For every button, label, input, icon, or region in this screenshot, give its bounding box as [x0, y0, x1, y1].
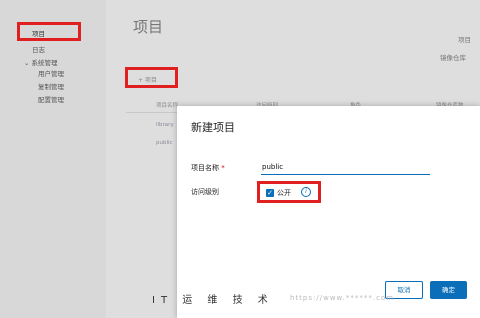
sidebar-highlight-box — [17, 22, 81, 41]
new-project-dialog: 新建项目 项目名称 * public 访问级别 ✓ 公开 i 取消 确定 — [177, 106, 480, 318]
table-header-name[interactable]: 项目名称 — [156, 101, 178, 109]
sidebar-item-users[interactable]: 用户管理 — [38, 68, 64, 78]
sidebar-item-config[interactable]: 配置管理 — [38, 94, 64, 104]
public-checkbox-label[interactable]: 公开 — [277, 188, 291, 198]
dialog-title: 新建项目 — [191, 121, 235, 134]
watermark-url: https://www.******.com — [290, 294, 395, 302]
project-name-label: 项目名称 * — [191, 164, 225, 172]
public-checkbox[interactable]: ✓ — [266, 189, 274, 197]
visibility-label: 访问级别 — [191, 188, 219, 196]
ok-button[interactable]: 确定 — [430, 281, 467, 299]
table-row-name[interactable]: public — [156, 140, 173, 146]
sidebar-item-logs[interactable]: 日志 — [32, 44, 45, 54]
chevron-down-icon: ⌄ — [24, 59, 32, 67]
new-project-button[interactable]: + 项目 — [125, 67, 178, 88]
sidebar: 项目 日志 ⌄ 系统管理 用户管理 复制管理 配置管理 — [0, 0, 106, 318]
top-right-tab-projects[interactable]: 项目 — [458, 34, 471, 44]
watermark-text: IT 运 维 技 术 — [152, 295, 274, 306]
project-name-input[interactable]: public — [261, 161, 430, 175]
public-option-highlight: ✓ 公开 i — [257, 181, 321, 203]
top-right-tab-repositories[interactable]: 镜像仓库 — [440, 52, 466, 62]
page-title: 项目 — [133, 18, 164, 36]
sidebar-item-system-admin[interactable]: ⌄ 系统管理 — [24, 57, 58, 67]
table-row-name[interactable]: library — [156, 122, 174, 128]
sidebar-item-replication[interactable]: 复制管理 — [38, 81, 64, 91]
required-marker: * — [221, 164, 225, 172]
new-project-button-label: + 项目 — [138, 77, 157, 84]
info-icon[interactable]: i — [301, 187, 311, 197]
